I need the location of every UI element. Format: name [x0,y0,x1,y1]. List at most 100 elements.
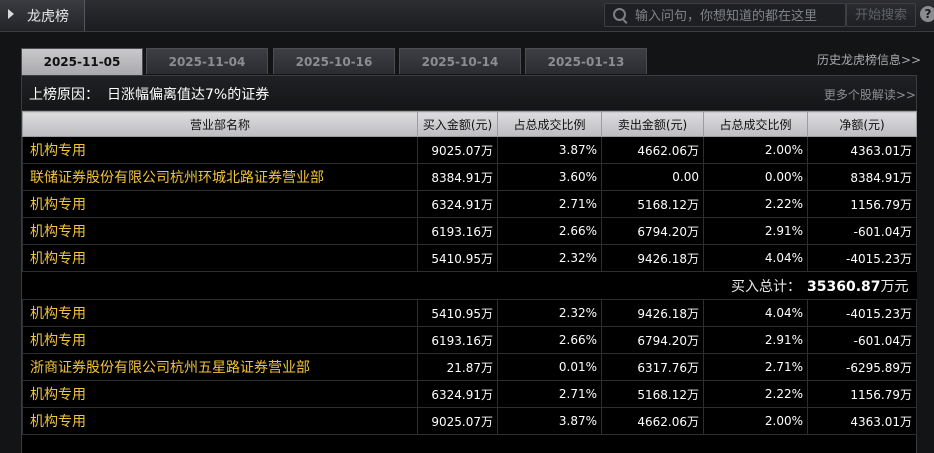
tab-date-1[interactable]: 2025-11-05 [21,48,143,75]
table-row[interactable]: 机构专用 6193.16万 2.66% 6794.20万 2.91% -601.… [22,326,917,354]
sell-amount: 4662.06万 [601,136,704,164]
table-header: 营业部名称 买入金额(元) 占总成交比例 卖出金额(元) 占总成交比例 净额(元… [22,111,917,137]
more-analysis-link[interactable]: 更多个股解读>> [824,86,916,103]
sell-ratio: 2.91% [703,326,808,354]
table-row[interactable]: 机构专用 9025.07万 3.87% 4662.06万 2.00% 4363.… [22,136,917,164]
sell-ratio: 2.00% [703,407,808,435]
buy-amount: 6324.91万 [417,380,498,408]
net-amount: 1156.79万 [807,190,917,218]
tab-date-2[interactable]: 2025-11-04 [146,48,268,74]
sell-ratio: 2.22% [703,190,808,218]
sell-ratio: 2.91% [703,217,808,245]
buy-amount: 21.87万 [417,353,498,381]
buy-ratio: 3.87% [497,407,602,435]
net-amount: -4015.23万 [807,244,917,272]
buy-amount: 9025.07万 [417,136,498,164]
buy-total-unit: 万元 [880,278,909,295]
branch-name[interactable]: 机构专用 [22,407,418,435]
play-arrow-icon [8,9,14,19]
sell-ratio: 2.71% [703,353,808,381]
tab-date-3[interactable]: 2025-10-16 [273,48,395,74]
buy-ratio: 2.66% [497,326,602,354]
header-branch-name: 营业部名称 [22,111,418,137]
buy-total-label: 买入总计： [730,278,801,295]
sell-ratio: 0.00% [703,163,808,191]
buy-total: 买入总计： 35360.87万元 [22,271,917,300]
sell-amount: 6794.20万 [601,326,704,354]
buy-amount: 6324.91万 [417,190,498,218]
branch-name[interactable]: 机构专用 [22,217,418,245]
buy-ratio: 3.60% [497,163,602,191]
search-input[interactable] [633,5,845,27]
net-amount: 8384.91万 [807,163,917,191]
search-box[interactable] [604,3,846,27]
table-row[interactable]: 机构专用 9025.07万 3.87% 4662.06万 2.00% 4363.… [22,407,917,435]
reason-row: 上榜原因： 日涨幅偏离值达7%的证券 更多个股解读>> [22,76,916,111]
buy-ratio: 2.71% [497,190,602,218]
branch-name[interactable]: 联储证券股份有限公司杭州环城北路证券营业部 [22,163,418,191]
sell-amount: 4662.06万 [601,407,704,435]
branch-name[interactable]: 浙商证券股份有限公司杭州五星路证券营业部 [22,353,418,381]
table-row[interactable]: 机构专用 6324.91万 2.71% 5168.12万 2.22% 1156.… [22,380,917,408]
sell-ratio: 4.04% [703,244,808,272]
header-sell-amount: 卖出金额(元) [601,111,704,137]
net-amount: -601.04万 [807,217,917,245]
header-net-amount: 净额(元) [807,111,917,137]
buy-ratio: 2.32% [497,299,602,327]
table-row[interactable]: 机构专用 6193.16万 2.66% 6794.20万 2.91% -601.… [22,217,917,245]
header-buy-ratio: 占总成交比例 [497,111,602,137]
reason-text: 上榜原因： 日涨幅偏离值达7%的证券 [29,84,269,104]
sell-amount: 6794.20万 [601,217,704,245]
sell-amount: 6317.76万 [601,353,704,381]
sell-ratio: 2.22% [703,380,808,408]
reason-label: 上榜原因： [29,87,99,103]
header-sell-ratio: 占总成交比例 [703,111,808,137]
buy-ratio: 2.66% [497,217,602,245]
buy-total-row: 买入总计： 35360.87万元 [22,271,917,300]
title-tab[interactable]: 龙虎榜 [0,0,85,31]
buy-amount: 6193.16万 [417,217,498,245]
tab-date-5[interactable]: 2025-01-13 [525,48,647,74]
sell-amount: 5168.12万 [601,190,704,218]
table-row[interactable]: 机构专用 5410.95万 2.32% 9426.18万 4.04% -4015… [22,299,917,327]
branch-name[interactable]: 机构专用 [22,299,418,327]
buy-amount: 9025.07万 [417,407,498,435]
search-icon [613,8,626,21]
buy-ratio: 2.32% [497,244,602,272]
branch-name[interactable]: 机构专用 [22,190,418,218]
net-amount: -601.04万 [807,326,917,354]
buy-amount: 6193.16万 [417,326,498,354]
ranking-panel: 上榜原因： 日涨幅偏离值达7%的证券 更多个股解读>> 营业部名称 买入金额(元)… [21,75,917,453]
search-button[interactable]: 开始搜索 [846,3,916,27]
table-row[interactable]: 机构专用 5410.95万 2.32% 9426.18万 4.04% -4015… [22,244,917,272]
table-row[interactable]: 浙商证券股份有限公司杭州五星路证券营业部 21.87万 0.01% 6317.7… [22,353,917,381]
sell-ratio: 4.04% [703,299,808,327]
sell-amount: 9426.18万 [601,244,704,272]
buy-ratio: 2.71% [497,380,602,408]
branch-name[interactable]: 机构专用 [22,244,418,272]
help-icon[interactable]: ? [920,6,934,22]
table-row[interactable]: 机构专用 6324.91万 2.71% 5168.12万 2.22% 1156.… [22,190,917,218]
buy-amount: 8384.91万 [417,163,498,191]
net-amount: 4363.01万 [807,407,917,435]
branch-name[interactable]: 机构专用 [22,136,418,164]
buy-total-value: 35360.87 [806,278,881,295]
reason-value: 日涨幅偏离值达7%的证券 [107,87,270,103]
buy-ratio: 0.01% [497,353,602,381]
sell-amount: 9426.18万 [601,299,704,327]
branch-name[interactable]: 机构专用 [22,380,418,408]
tab-date-4[interactable]: 2025-10-14 [399,48,521,74]
sell-amount: 0.00 [601,163,704,191]
table-row[interactable]: 联储证券股份有限公司杭州环城北路证券营业部 8384.91万 3.60% 0.0… [22,163,917,191]
branch-name[interactable]: 机构专用 [22,326,418,354]
sell-ratio: 2.00% [703,136,808,164]
header-buy-amount: 买入金额(元) [417,111,498,137]
history-link[interactable]: 历史龙虎榜信息>> [817,51,921,68]
buy-ratio: 3.87% [497,136,602,164]
trading-table: 营业部名称 买入金额(元) 占总成交比例 卖出金额(元) 占总成交比例 净额(元… [22,111,917,435]
page-title: 龙虎榜 [27,9,69,25]
net-amount: 4363.01万 [807,136,917,164]
net-amount: -6295.89万 [807,353,917,381]
buy-amount: 5410.95万 [417,299,498,327]
net-amount: -4015.23万 [807,299,917,327]
